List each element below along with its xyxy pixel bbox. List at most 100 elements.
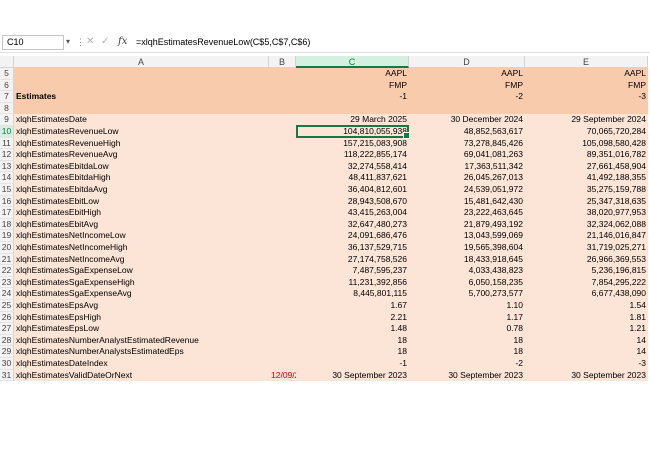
cell-e25[interactable]: 1.54 — [525, 300, 648, 312]
row-header[interactable]: 30 — [0, 358, 14, 370]
column-header-c[interactable]: C — [296, 56, 409, 68]
cell-a27[interactable]: xlqhEstimatesEpsLow — [14, 323, 269, 335]
cell-a7[interactable]: Estimates — [14, 91, 269, 103]
enter-icon[interactable]: ✓ — [101, 36, 109, 47]
cell-c29[interactable]: 18 — [296, 346, 409, 358]
cell-c23[interactable]: 11,231,392,856 — [296, 276, 409, 289]
row-header[interactable]: 18 — [0, 218, 14, 231]
cell-e24[interactable]: 6,677,438,090 — [525, 288, 648, 300]
cell-e6[interactable]: FMP — [525, 79, 648, 92]
cell-a18[interactable]: xlqhEstimatesEbitAvg — [14, 218, 269, 231]
cell-d20[interactable]: 19,565,398,604 — [409, 242, 525, 254]
cell-c5[interactable]: AAPL — [296, 68, 409, 80]
row-header[interactable]: 27 — [0, 323, 14, 335]
cell-d10[interactable]: 48,852,563,617 — [409, 126, 525, 138]
cell-b21[interactable] — [269, 253, 296, 266]
cell-b30[interactable] — [269, 358, 296, 370]
cell-c6[interactable]: FMP — [296, 79, 409, 92]
cell-c13[interactable]: 32,274,558,414 — [296, 160, 409, 173]
cell-b18[interactable] — [269, 218, 296, 231]
cell-d16[interactable]: 15,481,642,430 — [409, 195, 525, 208]
cell-d13[interactable]: 17,363,511,342 — [409, 160, 525, 173]
column-header-a[interactable]: A — [14, 56, 269, 68]
cell-b7[interactable] — [269, 91, 296, 103]
cell-a15[interactable]: xlqhEstimatesEbitdaAvg — [14, 184, 269, 196]
cell-c19[interactable]: 24,091,686,476 — [296, 230, 409, 242]
row-header[interactable]: 11 — [0, 137, 14, 150]
cell-b27[interactable] — [269, 323, 296, 335]
column-header-d[interactable]: D — [409, 56, 525, 68]
cell-b22[interactable] — [269, 265, 296, 277]
cell-b14[interactable] — [269, 172, 296, 184]
cell-b8[interactable] — [269, 102, 296, 115]
cell-c15[interactable]: 36,404,812,601 — [296, 184, 409, 196]
cell-a19[interactable]: xlqhEstimatesNetIncomeLow — [14, 230, 269, 242]
row-header[interactable]: 17 — [0, 207, 14, 219]
cell-d26[interactable]: 1.17 — [409, 311, 525, 324]
row-header[interactable]: 8 — [0, 102, 14, 115]
row-header[interactable]: 9 — [0, 114, 14, 126]
cell-e15[interactable]: 35,275,159,788 — [525, 184, 648, 196]
cell-c20[interactable]: 36,137,529,715 — [296, 242, 409, 254]
cell-b15[interactable] — [269, 184, 296, 196]
row-header[interactable]: 6 — [0, 79, 14, 92]
cell-b29[interactable] — [269, 346, 296, 358]
cell-c27[interactable]: 1.48 — [296, 323, 409, 335]
cell-b13[interactable] — [269, 160, 296, 173]
cell-e14[interactable]: 41,492,188,355 — [525, 172, 648, 184]
cell-d14[interactable]: 26,045,267,013 — [409, 172, 525, 184]
cell-a22[interactable]: xlqhEstimatesSgaExpenseLow — [14, 265, 269, 277]
cell-a13[interactable]: xlqhEstimatesEbitdaLow — [14, 160, 269, 173]
cell-c11[interactable]: 157,215,083,908 — [296, 137, 409, 150]
cell-a16[interactable]: xlqhEstimatesEbitLow — [14, 195, 269, 208]
cell-a9[interactable]: xlqhEstimatesDate — [14, 114, 269, 126]
cell-b26[interactable] — [269, 311, 296, 324]
cell-b11[interactable] — [269, 137, 296, 150]
row-header[interactable]: 23 — [0, 276, 14, 289]
cell-a5[interactable] — [14, 68, 269, 80]
cell-c21[interactable]: 27,174,758,526 — [296, 253, 409, 266]
cell-e27[interactable]: 1.21 — [525, 323, 648, 335]
row-header[interactable]: 7 — [0, 91, 14, 103]
cell-e21[interactable]: 26,966,369,553 — [525, 253, 648, 266]
cell-e22[interactable]: 5,236,196,815 — [525, 265, 648, 277]
cell-d21[interactable]: 18,433,918,645 — [409, 253, 525, 266]
cell-a12[interactable]: xlqhEstimatesRevenueAvg — [14, 149, 269, 161]
cell-b31[interactable]: 12/09/2023 — [269, 369, 314, 382]
cell-d15[interactable]: 24,539,051,972 — [409, 184, 525, 196]
cell-d18[interactable]: 21,879,493,192 — [409, 218, 525, 231]
row-header[interactable]: 12 — [0, 149, 14, 161]
row-header[interactable]: 31 — [0, 369, 14, 382]
cell-e7[interactable]: -3 — [525, 91, 648, 103]
cell-b9[interactable] — [269, 114, 296, 126]
cell-a21[interactable]: xlqhEstimatesNetIncomeAvg — [14, 253, 269, 266]
row-header[interactable]: 19 — [0, 230, 14, 242]
cell-c14[interactable]: 48,411,837,621 — [296, 172, 409, 184]
cell-c9[interactable]: 29 March 2025 — [296, 114, 409, 126]
cell-c31[interactable]: 30 September 2023 — [296, 369, 409, 382]
cell-a23[interactable]: xlqhEstimatesSgaExpenseHigh — [14, 276, 269, 289]
formula-input[interactable]: =xlqhEstimatesRevenueLow(C$5,C$7,C$6) — [136, 37, 310, 47]
cell-b10[interactable] — [269, 126, 296, 138]
cell-d24[interactable]: 5,700,273,577 — [409, 288, 525, 300]
cell-d11[interactable]: 73,278,845,426 — [409, 137, 525, 150]
cell-e31[interactable]: 30 September 2023 — [525, 369, 648, 382]
cell-d25[interactable]: 1.10 — [409, 300, 525, 312]
row-header[interactable]: 10 — [0, 126, 14, 138]
cell-a24[interactable]: xlqhEstimatesSgaExpenseAvg — [14, 288, 269, 300]
cell-b17[interactable] — [269, 207, 296, 219]
cell-e13[interactable]: 27,661,458,904 — [525, 160, 648, 173]
cell-e26[interactable]: 1.81 — [525, 311, 648, 324]
row-header[interactable]: 26 — [0, 311, 14, 324]
cell-a28[interactable]: xlqhEstimatesNumberAnalystEstimatedReven… — [14, 334, 269, 347]
cell-e19[interactable]: 21,146,016,847 — [525, 230, 648, 242]
cell-e23[interactable]: 7,854,295,222 — [525, 276, 648, 289]
cell-d8[interactable] — [409, 102, 525, 115]
cell-a10[interactable]: xlqhEstimatesRevenueLow — [14, 126, 269, 138]
cell-c18[interactable]: 32,647,480,273 — [296, 218, 409, 231]
row-header[interactable]: 24 — [0, 288, 14, 300]
cell-a11[interactable]: xlqhEstimatesRevenueHigh — [14, 137, 269, 150]
cell-e29[interactable]: 14 — [525, 346, 648, 358]
cell-c17[interactable]: 43,415,263,004 — [296, 207, 409, 219]
cell-a17[interactable]: xlqhEstimatesEbitHigh — [14, 207, 269, 219]
